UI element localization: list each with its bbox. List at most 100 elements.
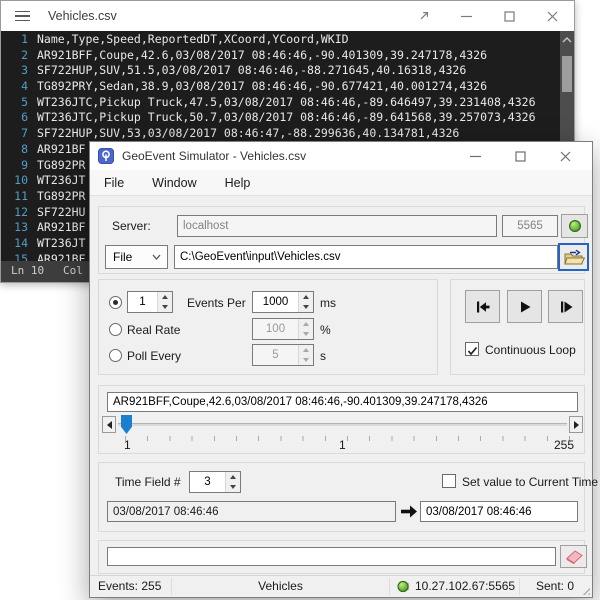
checkmark-icon <box>467 346 478 356</box>
spin-down-icon <box>299 355 313 365</box>
connected-status-icon <box>568 219 582 233</box>
current-event-display: AR921BFF,Coupe,42.6,03/08/2017 08:46:46,… <box>107 392 578 412</box>
spin-down-icon <box>299 302 313 312</box>
real-rate-spinner: 100 <box>252 318 314 340</box>
simulator-titlebar: GeoEvent Simulator - Vehicles.csv <box>90 142 592 170</box>
csv-line: 2AR921BFF,Coupe,42.6,03/08/2017 08:46:46… <box>1 48 574 64</box>
go-to-start-button[interactable] <box>465 290 500 323</box>
server-label: Server: <box>112 219 151 233</box>
time-to-input[interactable]: 03/08/2017 08:46:46 <box>420 501 578 522</box>
sent-count: Sent: 0 <box>536 579 574 593</box>
csv-line: 6WT236JTC,Pickup Truck,50.7,03/08/2017 0… <box>1 110 574 126</box>
continuous-loop-label: Continuous Loop <box>485 343 576 357</box>
set-current-time-checkbox[interactable] <box>442 474 456 488</box>
csv-line: 3SF722HUP,SUV,51.5,03/08/2017 08:46:46,-… <box>1 63 574 79</box>
spin-up-icon <box>226 472 240 482</box>
spin-up-icon <box>299 292 313 302</box>
server-group: Server: localhost 5565 File C:\GeoEvent\… <box>98 206 585 274</box>
file-path-input[interactable]: C:\GeoEvent\input\Vehicles.csv <box>174 245 558 269</box>
spin-down-icon <box>299 329 313 339</box>
simulator-title: GeoEvent Simulator - Vehicles.csv <box>122 149 306 163</box>
open-folder-icon <box>563 249 585 266</box>
resize-grip[interactable] <box>580 585 590 595</box>
layer-name: Vehicles <box>172 579 389 593</box>
clear-button[interactable] <box>560 545 587 568</box>
skip-to-start-icon <box>475 300 491 314</box>
step-forward-icon <box>558 300 574 314</box>
message-output-field <box>107 547 556 566</box>
event-count-spinner[interactable]: 1 <box>127 291 173 313</box>
server-host-input[interactable]: localhost <box>177 215 497 237</box>
poll-every-label: Poll Every <box>127 349 181 363</box>
playback-group: Continuous Loop <box>450 279 585 375</box>
expand-icon[interactable] <box>402 1 445 31</box>
csv-line: 5WT236JTC,Pickup Truck,47.5,03/08/2017 0… <box>1 95 574 111</box>
csv-line: 4TG892PRY,Sedan,38.9,03/08/2017 08:46:46… <box>1 79 574 95</box>
eraser-icon <box>564 549 584 564</box>
spin-up-icon <box>299 319 313 329</box>
play-icon <box>518 300 532 314</box>
geoevent-app-icon <box>98 148 114 164</box>
poll-every-radio[interactable] <box>109 349 122 362</box>
connection-status-icon <box>397 580 410 593</box>
connection-address: 10.27.102.67:5565 <box>415 579 515 593</box>
slider-thumb[interactable] <box>121 415 132 434</box>
continuous-loop-checkbox[interactable] <box>465 342 479 356</box>
source-type-dropdown[interactable]: File <box>105 245 168 269</box>
connect-button[interactable] <box>561 214 588 238</box>
scroll-up-icon <box>562 37 572 43</box>
chevron-down-icon <box>152 254 161 260</box>
line-indicator: Ln 10 <box>11 264 44 277</box>
minimize-icon[interactable] <box>453 142 498 170</box>
server-port-input[interactable]: 5565 <box>502 215 558 237</box>
slider-value-label: 1 <box>339 438 346 452</box>
ms-unit-label: ms <box>320 296 336 310</box>
percent-unit-label: % <box>320 323 331 337</box>
current-event-group: AR921BFF,Coupe,42.6,03/08/2017 08:46:46,… <box>98 385 585 454</box>
spin-down-icon <box>226 482 240 492</box>
browse-file-button[interactable] <box>558 243 589 271</box>
slider-track[interactable] <box>118 423 567 426</box>
spin-up-icon <box>158 292 172 302</box>
play-button[interactable] <box>507 290 542 323</box>
events-per-label: Events Per <box>187 296 246 310</box>
menu-help[interactable]: Help <box>211 170 265 196</box>
menubar: File Window Help <box>90 170 592 196</box>
slider-min-label: 1 <box>124 438 131 452</box>
time-field-group: Time Field # 3 Set value to Current Time… <box>98 462 585 532</box>
minimize-icon[interactable] <box>445 1 488 31</box>
interval-spinner[interactable]: 1000 <box>252 291 314 313</box>
maximize-icon[interactable] <box>498 142 543 170</box>
slider-ticks <box>125 436 571 441</box>
close-icon[interactable] <box>543 142 588 170</box>
simulator-window: GeoEvent Simulator - Vehicles.csv File W… <box>89 141 593 598</box>
col-indicator: Col <box>63 264 83 277</box>
menu-file[interactable]: File <box>90 170 138 196</box>
rate-group: 1 Events Per 1000 ms Real Rate 100 % Pol… <box>98 279 438 375</box>
close-icon[interactable] <box>531 1 574 31</box>
menu-window[interactable]: Window <box>138 170 210 196</box>
time-from-input[interactable]: 03/08/2017 08:46:46 <box>107 501 396 522</box>
maximize-icon[interactable] <box>488 1 531 31</box>
spin-up-icon <box>299 345 313 355</box>
arrow-right-icon <box>401 505 417 518</box>
message-group <box>98 540 585 574</box>
scrollbar-thumb[interactable] <box>562 56 572 92</box>
seconds-unit-label: s <box>320 349 326 363</box>
slider-left-button[interactable] <box>102 416 116 433</box>
step-button[interactable] <box>548 290 583 323</box>
slider-max-label: 255 <box>554 438 574 452</box>
time-field-label: Time Field # <box>115 475 181 489</box>
set-current-time-label: Set value to Current Time <box>462 475 598 489</box>
editor-title: Vehicles.csv <box>48 9 117 23</box>
real-rate-label: Real Rate <box>127 323 180 337</box>
csv-line: 1Name,Type,Speed,ReportedDT,XCoord,YCoor… <box>1 32 574 48</box>
events-per-radio[interactable] <box>109 296 122 309</box>
real-rate-radio[interactable] <box>109 323 122 336</box>
poll-spinner: 5 <box>252 344 314 366</box>
csv-line: 7SF722HUP,SUV,53,03/08/2017 08:46:47,-88… <box>1 126 574 142</box>
time-field-spinner[interactable]: 3 <box>189 471 241 493</box>
hamburger-menu-icon[interactable] <box>15 11 30 22</box>
editor-titlebar: Vehicles.csv <box>1 1 574 31</box>
slider-right-button[interactable] <box>569 416 583 433</box>
